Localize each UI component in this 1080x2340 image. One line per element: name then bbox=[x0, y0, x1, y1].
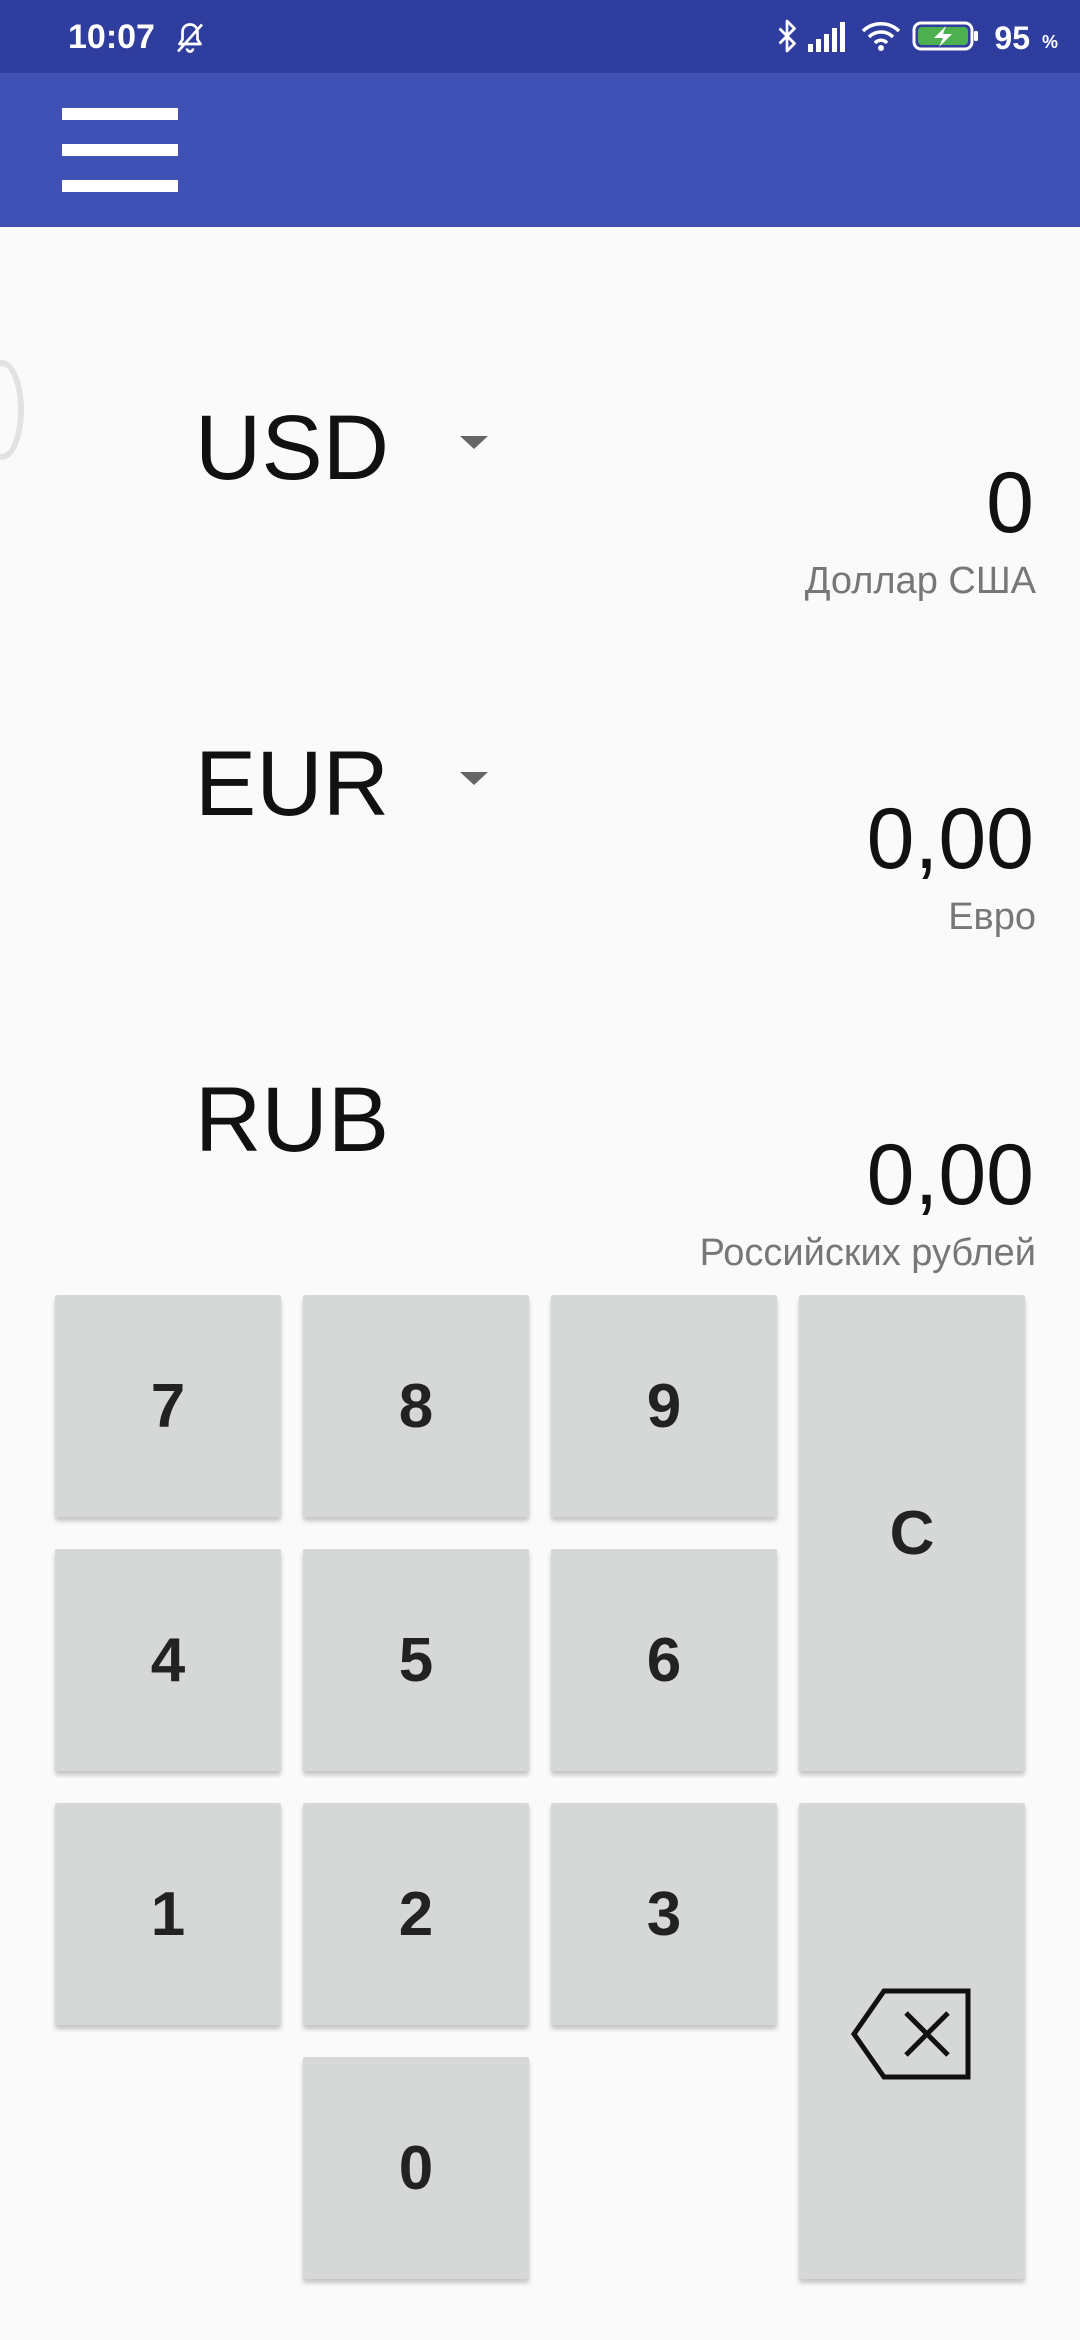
status-icons: 95 % bbox=[776, 16, 1058, 60]
key-4[interactable]: 4 bbox=[55, 1549, 281, 1771]
backspace-button[interactable] bbox=[799, 1803, 1025, 2279]
key-3[interactable]: 3 bbox=[551, 1803, 777, 2025]
clear-button[interactable]: C bbox=[799, 1295, 1025, 1771]
bell-off-icon bbox=[172, 20, 208, 56]
battery-charging-icon bbox=[912, 20, 980, 57]
currency-amount[interactable]: 0 bbox=[986, 460, 1034, 546]
bluetooth-icon bbox=[776, 18, 798, 59]
key-7[interactable]: 7 bbox=[55, 1295, 281, 1517]
currency-row-eur: EUR 0,00 Евро bbox=[0, 716, 1080, 1016]
key-9[interactable]: 9 bbox=[551, 1295, 777, 1517]
currency-amount[interactable]: 0,00 bbox=[867, 1132, 1034, 1218]
key-1[interactable]: 1 bbox=[55, 1803, 281, 2025]
app-toolbar bbox=[0, 73, 1080, 227]
currency-name: Евро bbox=[948, 896, 1036, 938]
signal-icon bbox=[808, 20, 850, 57]
key-5[interactable]: 5 bbox=[303, 1549, 529, 1771]
backspace-icon bbox=[850, 1987, 974, 2096]
wifi-icon bbox=[860, 20, 902, 57]
key-2[interactable]: 2 bbox=[303, 1803, 529, 2025]
currency-row-usd: USD 0 Доллар США bbox=[0, 380, 1080, 680]
currency-amount[interactable]: 0,00 bbox=[867, 796, 1034, 882]
currency-name: Доллар США bbox=[804, 560, 1036, 602]
menu-button[interactable] bbox=[50, 98, 190, 202]
key-6[interactable]: 6 bbox=[551, 1549, 777, 1771]
battery-percent-sign: % bbox=[1041, 31, 1058, 52]
currency-code[interactable]: USD bbox=[160, 402, 424, 494]
currency-code[interactable]: EUR bbox=[160, 738, 424, 830]
key-8[interactable]: 8 bbox=[303, 1295, 529, 1517]
currency-dropdown-arrow-icon[interactable] bbox=[456, 432, 492, 452]
key-0[interactable]: 0 bbox=[303, 2057, 529, 2279]
status-time: 10:07 bbox=[68, 18, 155, 56]
currency-name: Российских рублей bbox=[699, 1232, 1036, 1274]
currency-code[interactable]: RUB bbox=[160, 1074, 424, 1166]
status-bar: 10:07 95 % bbox=[0, 0, 1080, 73]
currency-dropdown-arrow-icon[interactable] bbox=[456, 768, 492, 788]
battery-percent: 95 bbox=[994, 20, 1030, 56]
converter-screen: 10:07 95 % USD 0 Доллар США EUR 0,00 Евр… bbox=[0, 0, 1080, 2340]
